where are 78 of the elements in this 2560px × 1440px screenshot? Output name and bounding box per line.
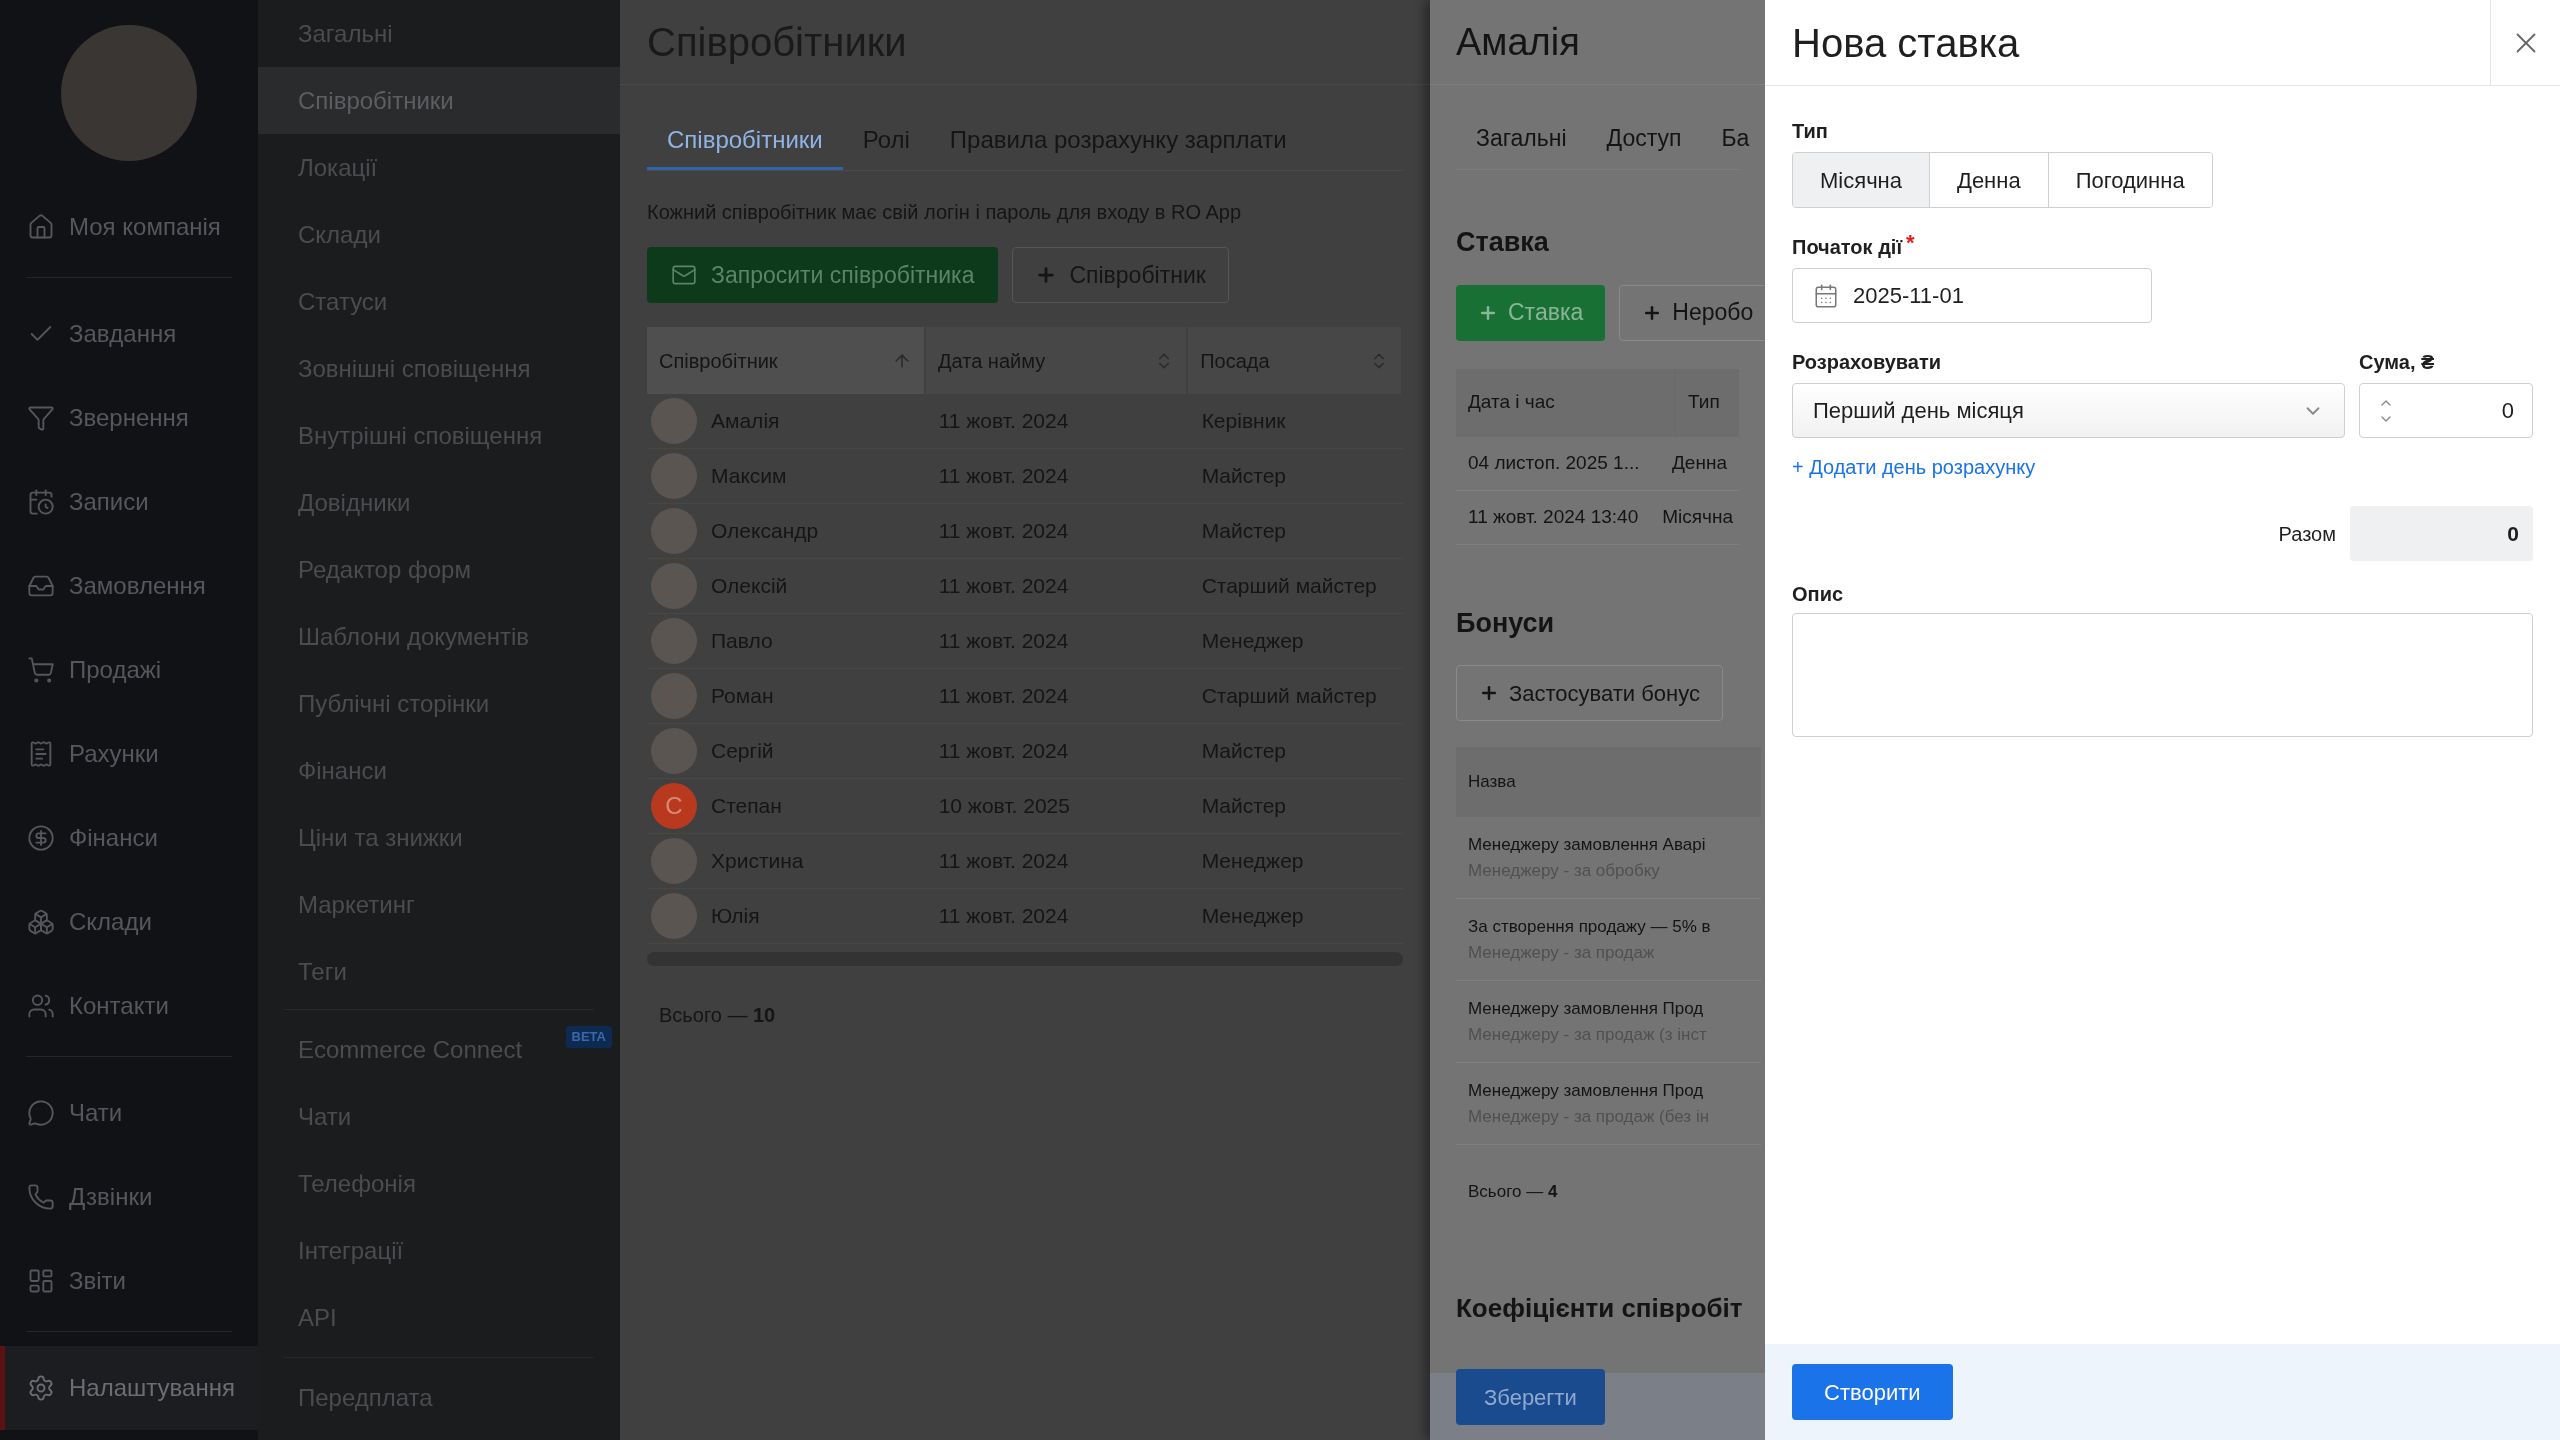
segment-button[interactable]: Погодинна [2047, 153, 2212, 207]
bonus-title: Менеджеру замовлення Прод [1468, 998, 1705, 1020]
tab[interactable]: Ба [1701, 111, 1765, 169]
phone-icon [27, 1183, 55, 1211]
add-day-link[interactable]: + Додати день розрахунку [1792, 456, 2036, 478]
bonus-title: Менеджеру замовлення Аварі [1468, 834, 1707, 856]
nav-item[interactable]: Чати [0, 1071, 258, 1155]
panel-title: Нова ставка [1792, 19, 2020, 67]
settings-icon [27, 1374, 55, 1402]
table-cell: Місячна [1662, 505, 1733, 527]
create-button[interactable]: Створити [1792, 1364, 1953, 1420]
number-field[interactable]: 0 [2359, 383, 2533, 438]
field-label: Розраховувати [1792, 351, 1942, 373]
section-heading: Бонуси [1456, 607, 1555, 638]
avatar-placeholder [651, 398, 697, 444]
nav-item[interactable]: Завдання [0, 292, 258, 376]
bonus-title: Менеджеру замовлення Прод [1468, 1080, 1705, 1102]
nav-item[interactable]: Налаштування [0, 1346, 258, 1430]
avatar-placeholder [651, 508, 697, 554]
section-heading: Коефіцієнти співробіт [1456, 1292, 1743, 1323]
tab[interactable]: Співробітники [647, 112, 843, 170]
nav-item[interactable]: Моя компанія [0, 185, 258, 269]
table-cell: 04 листоп. 2025 1... [1468, 451, 1640, 473]
home-icon [27, 213, 55, 241]
description-textarea[interactable] [1792, 613, 2533, 737]
total-count: Всього — 4 [1468, 1182, 1558, 1201]
field-label: Опис [1792, 583, 1844, 605]
field-label: Тип [1792, 120, 1828, 142]
nav-item[interactable]: Продажі [0, 628, 258, 712]
bonus-title: За створення продажу — 5% в [1468, 916, 1712, 938]
cart-icon [27, 656, 55, 684]
nav-item[interactable]: Звіти [0, 1239, 258, 1323]
apply-bonus-button[interactable]: Застосувати бонус [1456, 665, 1723, 721]
nav-item[interactable]: Дзвінки [0, 1155, 258, 1239]
nav-item[interactable]: Контакти [0, 964, 258, 1048]
funnel-icon [27, 404, 55, 432]
nav-item[interactable]: Звернення [0, 376, 258, 460]
nav-item[interactable]: Склади [0, 880, 258, 964]
invite-button[interactable]: Запросити співробітника [647, 247, 999, 303]
table-cell: Денна [1672, 451, 1727, 473]
calendar-icon [27, 488, 55, 516]
avatar-placeholder [651, 838, 697, 884]
column-header[interactable]: Співробітник [647, 327, 924, 394]
tab[interactable]: Загальні [1456, 111, 1587, 169]
tab[interactable]: Доступ [1586, 111, 1702, 169]
plus-icon [1479, 683, 1499, 703]
chat-icon [27, 1099, 55, 1127]
select-field[interactable]: Перший день місяця [1792, 383, 2345, 438]
beta-badge: BETA [565, 1026, 612, 1048]
boxes-icon [27, 908, 55, 936]
calendar-icon [1813, 282, 1839, 309]
field-label: Початок дії [1792, 235, 1903, 260]
required-mark: * [1906, 232, 1915, 254]
nav-item[interactable]: Замовлення [0, 544, 258, 628]
avatar-placeholder [651, 673, 697, 719]
dollar-icon [27, 824, 55, 852]
avatar-placeholder [651, 893, 697, 939]
total-label: Разом [2278, 521, 2336, 547]
add-rate-button[interactable]: Ставка [1456, 284, 1606, 341]
save-button[interactable]: Зберегти [1456, 1369, 1605, 1425]
field-label: Сума, ₴ [2359, 351, 2435, 373]
nav-item[interactable]: Рахунки [0, 712, 258, 796]
date-field[interactable]: 2025-11-01 [1792, 268, 2152, 323]
avatar-placeholder [651, 453, 697, 499]
nav-item[interactable]: Записи [0, 460, 258, 544]
section-heading: Ставка [1456, 227, 1549, 257]
panel-title: Амалія [1456, 19, 1580, 65]
nav-item[interactable]: Фінанси [0, 796, 258, 880]
users-icon [27, 992, 55, 1020]
avatar-placeholder [651, 618, 697, 664]
column-header: Назва [1468, 771, 1516, 794]
initial-avatar: С [651, 783, 697, 829]
avatar-placeholder [651, 728, 697, 774]
total-field: 0 [2350, 506, 2533, 561]
segment-button[interactable]: Місячна [1793, 153, 1929, 207]
table-cell: 11 жовт. 2024 13:40 [1468, 505, 1639, 527]
dashboard-icon [27, 1267, 55, 1295]
avatar-placeholder [651, 563, 697, 609]
